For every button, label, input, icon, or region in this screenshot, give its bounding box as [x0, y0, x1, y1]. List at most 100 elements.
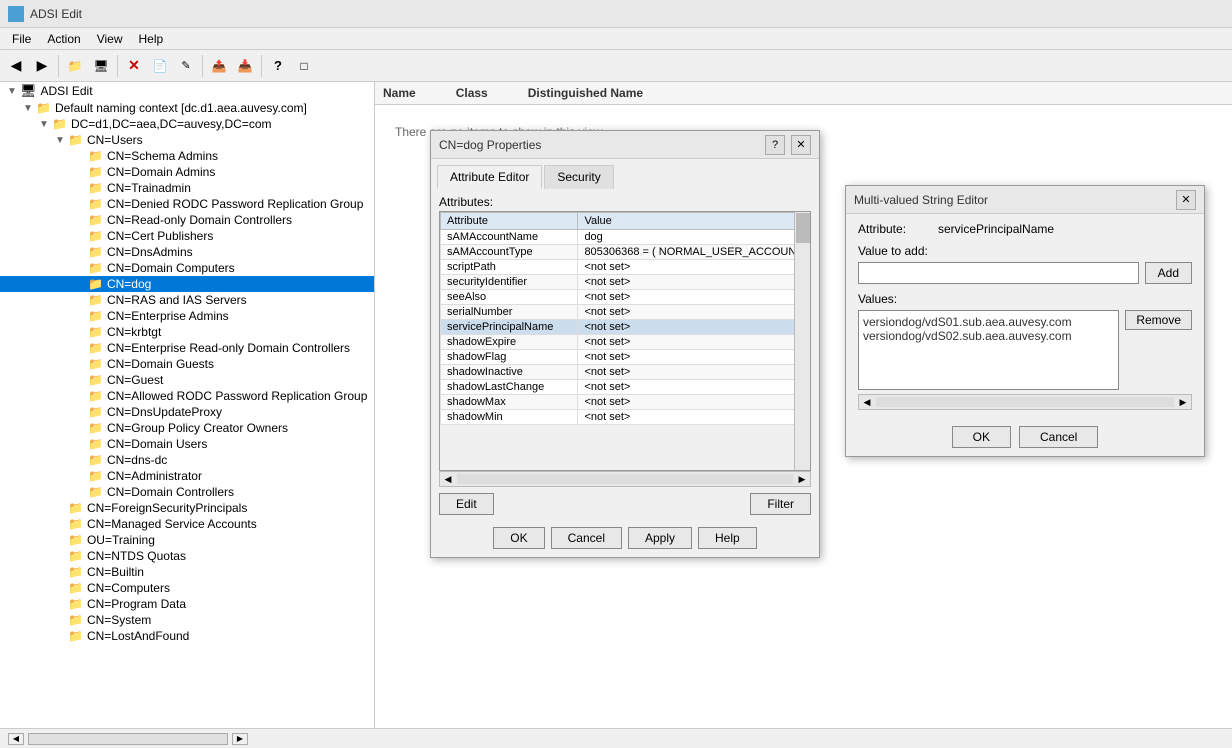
forward-button[interactable]: ▶	[30, 54, 54, 78]
mv-value-item-1[interactable]: versiondog/vdS02.sub.aea.auvesy.com	[863, 329, 1114, 343]
up-button[interactable]: 📁	[63, 54, 87, 78]
properties-button[interactable]: 📄	[148, 54, 172, 78]
mv-hscroll-right[interactable]: ▶	[1175, 395, 1191, 409]
hscroll-track[interactable]	[457, 474, 793, 484]
tree-item-domain-guests[interactable]: 📁 CN=Domain Guests	[0, 356, 374, 372]
expander-adsi-root[interactable]: ▼	[4, 86, 20, 97]
attr-table-row-10[interactable]: shadowLastChange<not set>	[441, 380, 810, 395]
attr-table-row-1[interactable]: sAMAccountType805306368 = ( NORMAL_USER_…	[441, 245, 810, 260]
attr-table-row-12[interactable]: shadowMin<not set>	[441, 410, 810, 425]
tree-item-guest[interactable]: 📁 CN=Guest	[0, 372, 374, 388]
attr-table-row-0[interactable]: sAMAccountNamedog	[441, 230, 810, 245]
mv-ok-button[interactable]: OK	[952, 426, 1011, 448]
menu-help[interactable]: Help	[131, 30, 172, 48]
filter-button[interactable]: Filter	[750, 493, 811, 515]
apply-button[interactable]: Apply	[628, 527, 692, 549]
expander-cn-users[interactable]: ▼	[52, 135, 68, 146]
tree-item-administrator[interactable]: 📁 CN=Administrator	[0, 468, 374, 484]
table-scrollbar-track[interactable]	[794, 212, 810, 470]
tree-item-foreign-security[interactable]: 📁 CN=ForeignSecurityPrincipals	[0, 500, 374, 516]
tree-item-builtin[interactable]: 📁 CN=Builtin	[0, 564, 374, 580]
tree-item-adsi-root[interactable]: ▼ 🖥 ADSI Edit	[0, 82, 374, 100]
attr-table-row-6[interactable]: servicePrincipalName<not set>	[441, 320, 810, 335]
mv-hscroll-track[interactable]	[876, 397, 1174, 407]
mv-cancel-button[interactable]: Cancel	[1019, 426, 1098, 448]
mv-value-input[interactable]	[858, 262, 1139, 284]
tree-item-domain-controllers[interactable]: 📁 CN=Domain Controllers	[0, 484, 374, 500]
cancel-button[interactable]: Cancel	[551, 527, 622, 549]
rename-button[interactable]: ✎	[174, 54, 198, 78]
tree-item-allowed-rodc[interactable]: 📁 CN=Allowed RODC Password Replication G…	[0, 388, 374, 404]
mv-value-item-0[interactable]: versiondog/vdS01.sub.aea.auvesy.com	[863, 315, 1114, 329]
attr-table-row-3[interactable]: securityIdentifier<not set>	[441, 275, 810, 290]
tree-item-managed-service[interactable]: 📁 CN=Managed Service Accounts	[0, 516, 374, 532]
tree-item-lost-found[interactable]: 📁 CN=LostAndFound	[0, 628, 374, 644]
help-button[interactable]: Help	[698, 527, 757, 549]
tree-item-trainadmin[interactable]: 📁 CN=Trainadmin	[0, 180, 374, 196]
properties-close-btn[interactable]: ✕	[791, 135, 811, 155]
tree-item-domain-users[interactable]: 📁 CN=Domain Users	[0, 436, 374, 452]
tree-item-dns-admins[interactable]: 📁 CN=DnsAdmins	[0, 244, 374, 260]
table-hscroll[interactable]: ◀ ▶	[439, 471, 811, 487]
attr-table-row-4[interactable]: seeAlso<not set>	[441, 290, 810, 305]
expander-schema-admins[interactable]	[72, 151, 88, 162]
scroll-track[interactable]	[28, 733, 228, 745]
tree-item-dns-update-proxy[interactable]: 📁 CN=DnsUpdateProxy	[0, 404, 374, 420]
menu-action[interactable]: Action	[39, 30, 88, 48]
tree-item-cert-publishers[interactable]: 📁 CN=Cert Publishers	[0, 228, 374, 244]
menu-file[interactable]: File	[4, 30, 39, 48]
scroll-right-btn[interactable]: ▶	[232, 733, 248, 745]
tree-item-enterprise-readonly[interactable]: 📁 CN=Enterprise Read-only Domain Control…	[0, 340, 374, 356]
tree-item-schema-admins[interactable]: 📁 CN=Schema Admins	[0, 148, 374, 164]
import-button[interactable]: 📥	[233, 54, 257, 78]
attr-table-row-8[interactable]: shadowFlag<not set>	[441, 350, 810, 365]
tree-item-system[interactable]: 📁 CN=System	[0, 612, 374, 628]
tree-item-denied-rodc[interactable]: 📁 CN=Denied RODC Password Replication Gr…	[0, 196, 374, 212]
mv-hscroll[interactable]: ◀ ▶	[858, 394, 1192, 410]
attr-table-row-9[interactable]: shadowInactive<not set>	[441, 365, 810, 380]
attr-table-row-11[interactable]: shadowMax<not set>	[441, 395, 810, 410]
tab-attribute-editor[interactable]: Attribute Editor	[437, 165, 542, 189]
scroll-left-btn[interactable]: ◀	[8, 733, 24, 745]
mv-values-list[interactable]: versiondog/vdS01.sub.aea.auvesy.com vers…	[858, 310, 1119, 390]
mv-remove-button[interactable]: Remove	[1125, 310, 1192, 330]
attr-table-row-2[interactable]: scriptPath<not set>	[441, 260, 810, 275]
multivalue-close-btn[interactable]: ✕	[1176, 190, 1196, 210]
tree-item-ras-ias[interactable]: 📁 CN=RAS and IAS Servers	[0, 292, 374, 308]
new-button[interactable]: □	[292, 54, 316, 78]
tree-item-cn-users[interactable]: ▼ 📁 CN=Users	[0, 132, 374, 148]
tree-item-domain-computers[interactable]: 📁 CN=Domain Computers	[0, 260, 374, 276]
computer-button[interactable]: 🖥	[89, 54, 113, 78]
tree-item-dns-dc[interactable]: 📁 CN=dns-dc	[0, 452, 374, 468]
menu-view[interactable]: View	[89, 30, 131, 48]
mv-hscroll-left[interactable]: ◀	[859, 395, 875, 409]
attr-table-row-7[interactable]: shadowExpire<not set>	[441, 335, 810, 350]
tree-item-program-data[interactable]: 📁 CN=Program Data	[0, 596, 374, 612]
attr-table-row-5[interactable]: serialNumber<not set>	[441, 305, 810, 320]
tree-item-readonly-dc[interactable]: 📁 CN=Read-only Domain Controllers	[0, 212, 374, 228]
tree-item-dc-aea[interactable]: ▼ 📁 DC=d1,DC=aea,DC=auvesy,DC=com	[0, 116, 374, 132]
tree-item-enterprise-admins[interactable]: 📁 CN=Enterprise Admins	[0, 308, 374, 324]
tree-item-cn-dog[interactable]: 📁 CN=dog	[0, 276, 374, 292]
hscroll-left-arrow[interactable]: ◀	[440, 472, 456, 486]
tree-item-computers[interactable]: 📁 CN=Computers	[0, 580, 374, 596]
tab-security[interactable]: Security	[544, 165, 613, 189]
tree-item-group-policy-creators[interactable]: 📁 CN=Group Policy Creator Owners	[0, 420, 374, 436]
tree-item-default-naming[interactable]: ▼ 📁 Default naming context [dc.d1.aea.au…	[0, 100, 374, 116]
expander-dc-aea[interactable]: ▼	[36, 119, 52, 130]
help-toolbar-button[interactable]: ?	[266, 54, 290, 78]
ok-button[interactable]: OK	[493, 527, 544, 549]
export-button[interactable]: 📤	[207, 54, 231, 78]
delete-button[interactable]: ✕	[122, 54, 146, 78]
mv-add-button[interactable]: Add	[1145, 262, 1192, 284]
properties-help-icon-btn[interactable]: ?	[765, 135, 785, 155]
tree-item-ntds-quotas[interactable]: 📁 CN=NTDS Quotas	[0, 548, 374, 564]
hscroll-right-arrow[interactable]: ▶	[794, 472, 810, 486]
tree-item-ou-training[interactable]: 📁 OU=Training	[0, 532, 374, 548]
table-scrollbar-thumb[interactable]	[796, 213, 810, 243]
back-button[interactable]: ◀	[4, 54, 28, 78]
edit-button[interactable]: Edit	[439, 493, 494, 515]
tree-item-domain-admins[interactable]: 📁 CN=Domain Admins	[0, 164, 374, 180]
tree-item-krbtgt[interactable]: 📁 CN=krbtgt	[0, 324, 374, 340]
expander-default-naming[interactable]: ▼	[20, 103, 36, 114]
